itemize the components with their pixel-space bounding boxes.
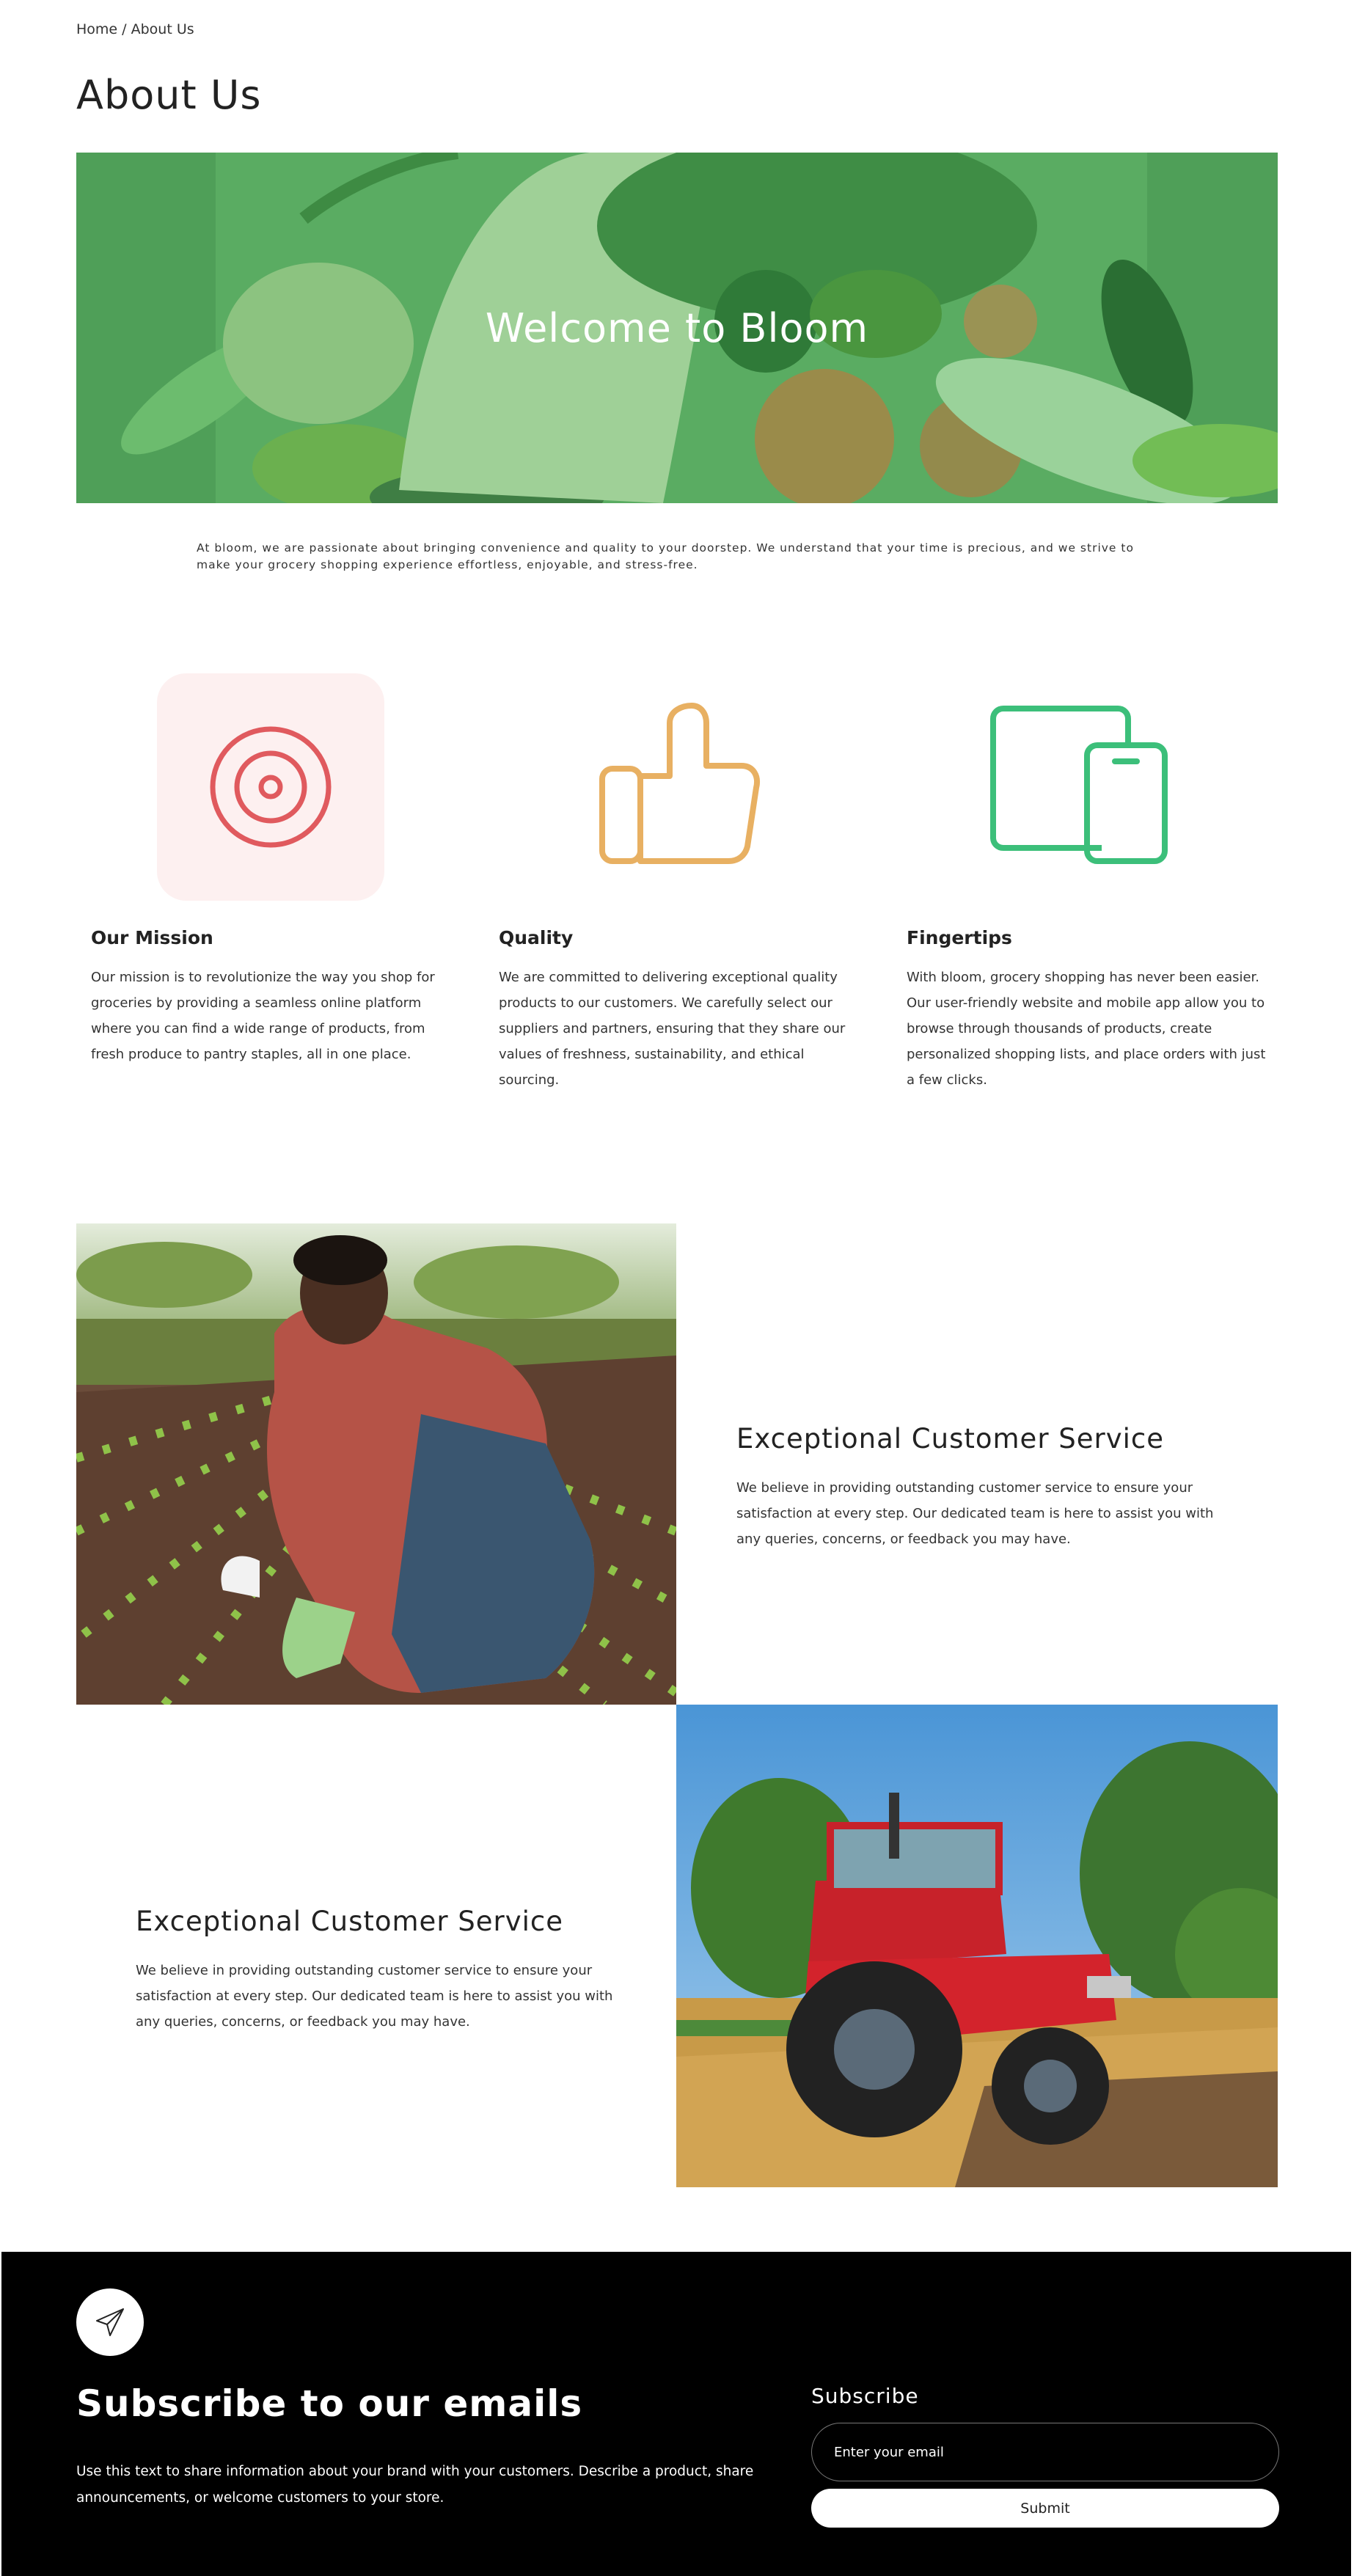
newsletter-footer: Subscribe to our emails Use this text to…: [1, 2252, 1351, 2576]
section-heading: Exceptional Customer Service: [736, 1423, 1165, 1455]
feature-text: With bloom, grocery shopping has never b…: [907, 970, 1266, 1088]
feature-title: Quality: [499, 927, 574, 948]
red-tractor-photo: [676, 1705, 1278, 2187]
feature-fingertips: Fingertips With bloom, grocery shopping …: [907, 673, 1273, 1093]
fingertips-icon-box: [965, 673, 1193, 901]
section-heading: Exceptional Customer Service: [136, 1906, 564, 1937]
email-input[interactable]: [811, 2423, 1279, 2481]
hero-banner: Welcome to Bloom: [76, 153, 1278, 503]
feature-mission: Our Mission Our mission is to revolution…: [91, 673, 458, 1067]
subscribe-heading: Subscribe to our emails: [76, 2382, 583, 2425]
feature-text: Our mission is to revolutionize the way …: [91, 970, 435, 1062]
feature-title: Fingertips: [907, 927, 1012, 948]
page-title: About Us: [76, 72, 262, 118]
customer-service-section-1: Exceptional Customer Service We believe …: [736, 1423, 1235, 1552]
target-icon: [210, 726, 332, 848]
paper-plane-icon-badge: [76, 2288, 144, 2356]
breadcrumb: Home / About Us: [76, 21, 194, 37]
breadcrumb-home-link[interactable]: Home: [76, 21, 117, 37]
feature-title: Our Mission: [91, 927, 213, 948]
mission-icon-box: [157, 673, 384, 901]
quality-icon-box: [563, 673, 791, 901]
intro-text: At bloom, we are passionate about bringi…: [197, 541, 1134, 571]
devices-icon: [990, 706, 1168, 864]
customer-service-section-2: Exceptional Customer Service We believe …: [136, 1906, 634, 2035]
section-text: We believe in providing outstanding cust…: [736, 1480, 1214, 1547]
feature-quality: Quality We are committed to delivering e…: [499, 673, 866, 1093]
hero-title: Welcome to Bloom: [485, 304, 869, 351]
subscribe-form-label: Subscribe: [811, 2384, 919, 2408]
farmer-planting-photo: [76, 1223, 676, 1705]
submit-button[interactable]: Submit: [811, 2489, 1279, 2528]
thumbs-up-icon: [599, 703, 760, 864]
breadcrumb-separator: /: [122, 21, 127, 37]
section-text: We believe in providing outstanding cust…: [136, 1963, 613, 2030]
feature-text: We are committed to delivering exception…: [499, 970, 846, 1088]
breadcrumb-current: About Us: [131, 21, 194, 37]
paper-plane-icon: [96, 2308, 124, 2336]
subscribe-text: Use this text to share information about…: [76, 2464, 754, 2506]
